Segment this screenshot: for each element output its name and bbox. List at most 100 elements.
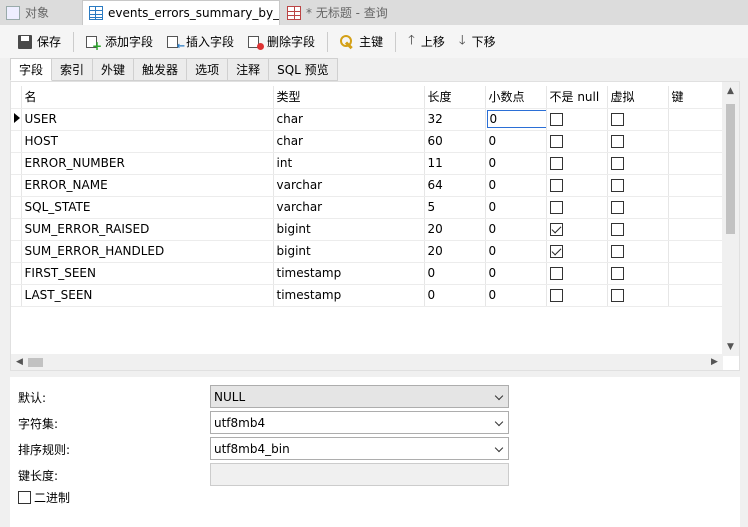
horizontal-scrollbar[interactable]: ◀ ▶ (11, 354, 723, 370)
column-header-not-null[interactable]: 不是 null (546, 86, 608, 109)
column-header-virtual[interactable]: 虚拟 (607, 86, 669, 109)
field-key-cell[interactable] (668, 196, 725, 219)
virtual-checkbox[interactable] (610, 179, 624, 192)
scroll-down-icon[interactable]: ▼ (722, 342, 739, 356)
move-down-button[interactable]: 🡓 下移 (455, 30, 500, 54)
virtual-checkbox[interactable] (610, 135, 624, 148)
field-decimals-cell[interactable]: 0 (485, 196, 547, 219)
table-row[interactable]: LAST_SEEN timestamp 0 0 (11, 284, 725, 307)
tab-foreign-keys[interactable]: 外键 (93, 58, 135, 81)
delete-field-button[interactable]: 删除字段 (244, 30, 319, 54)
virtual-checkbox[interactable] (610, 113, 624, 126)
scroll-right-icon[interactable]: ▶ (706, 354, 723, 370)
virtual-checkbox[interactable] (610, 157, 624, 170)
charset-select[interactable]: utf8mb4 (210, 411, 509, 434)
vertical-scrollbar[interactable]: ▲ ▼ (722, 82, 739, 356)
field-key-cell[interactable] (668, 174, 725, 197)
field-decimals-cell[interactable]: 0 (485, 284, 547, 307)
field-decimals-cell[interactable]: 0 (485, 262, 547, 285)
table-row[interactable]: SUM_ERROR_HANDLED bigint 20 0 (11, 240, 725, 263)
field-type-cell[interactable]: timestamp (273, 262, 425, 285)
field-length-cell[interactable]: 20 (424, 218, 486, 241)
column-header-name[interactable]: 名 (21, 86, 274, 109)
field-decimals-cell[interactable]: 0 (485, 240, 547, 263)
field-type-cell[interactable]: char (273, 130, 425, 153)
field-decimals-cell[interactable]: 0 (485, 218, 547, 241)
table-row[interactable]: ERROR_NUMBER int 11 0 (11, 152, 725, 175)
field-key-cell[interactable] (668, 152, 725, 175)
tab-sql-preview[interactable]: SQL 预览 (269, 58, 338, 81)
field-length-cell[interactable]: 5 (424, 196, 486, 219)
add-field-button[interactable]: 添加字段 (82, 30, 157, 54)
field-type-cell[interactable]: varchar (273, 196, 425, 219)
field-name-cell[interactable]: ERROR_NAME (21, 174, 274, 197)
field-type-cell[interactable]: char (273, 108, 425, 131)
scroll-up-icon[interactable]: ▲ (722, 86, 739, 100)
tab-fields[interactable]: 字段 (10, 58, 53, 81)
column-header-type[interactable]: 类型 (273, 86, 425, 109)
horizontal-scroll-thumb[interactable] (28, 358, 43, 367)
field-type-cell[interactable]: bigint (273, 218, 425, 241)
virtual-checkbox[interactable] (610, 289, 624, 302)
field-length-cell[interactable]: 32 (424, 108, 486, 131)
field-decimals-cell[interactable]: 0 (485, 174, 547, 197)
field-length-cell[interactable]: 0 (424, 262, 486, 285)
field-name-cell[interactable]: ERROR_NUMBER (21, 152, 274, 175)
tab-untitled-query[interactable]: * 无标题 - 查询 (281, 0, 481, 25)
field-name-cell[interactable]: LAST_SEEN (21, 284, 274, 307)
table-row[interactable]: SQL_STATE varchar 5 0 (11, 196, 725, 219)
tab-triggers[interactable]: 触发器 (134, 58, 188, 81)
field-decimals-cell[interactable]: 0 (485, 130, 547, 153)
not-null-checkbox[interactable] (549, 179, 563, 192)
not-null-checkbox[interactable] (549, 113, 563, 126)
binary-checkbox[interactable] (18, 491, 31, 504)
table-row[interactable]: HOST char 60 0 (11, 130, 725, 153)
field-decimals-cell[interactable]: 0 (485, 108, 547, 131)
not-null-checkbox[interactable] (549, 157, 563, 170)
field-name-cell[interactable]: HOST (21, 130, 274, 153)
field-key-cell[interactable] (668, 218, 725, 241)
table-row[interactable]: ERROR_NAME varchar 64 0 (11, 174, 725, 197)
field-key-cell[interactable] (668, 108, 725, 131)
field-type-cell[interactable]: varchar (273, 174, 425, 197)
column-header-length[interactable]: 长度 (424, 86, 486, 109)
field-type-cell[interactable]: bigint (273, 240, 425, 263)
tab-comments[interactable]: 注释 (228, 58, 270, 81)
field-key-cell[interactable] (668, 240, 725, 263)
not-null-checkbox[interactable] (549, 289, 563, 302)
column-header-decimals[interactable]: 小数点 (485, 86, 547, 109)
field-type-cell[interactable]: int (273, 152, 425, 175)
tab-objects[interactable]: 对象 (0, 0, 82, 25)
virtual-checkbox[interactable] (610, 267, 624, 280)
field-name-cell[interactable]: FIRST_SEEN (21, 262, 274, 285)
not-null-checkbox[interactable] (549, 223, 563, 236)
field-name-cell[interactable]: SUM_ERROR_RAISED (21, 218, 274, 241)
field-length-cell[interactable]: 0 (424, 284, 486, 307)
not-null-checkbox[interactable] (549, 267, 563, 280)
field-length-cell[interactable]: 20 (424, 240, 486, 263)
column-header-key[interactable]: 键 (668, 86, 725, 109)
tab-table-design[interactable]: events_errors_summary_by_... (82, 0, 280, 25)
not-null-checkbox[interactable] (549, 245, 563, 258)
field-key-cell[interactable] (668, 262, 725, 285)
field-name-cell[interactable]: SQL_STATE (21, 196, 274, 219)
primary-key-button[interactable]: 主键 (336, 30, 387, 54)
field-length-cell[interactable]: 11 (424, 152, 486, 175)
field-key-cell[interactable] (668, 284, 725, 307)
save-button[interactable]: 保存 (14, 30, 65, 54)
field-name-cell[interactable]: USER (21, 108, 274, 131)
field-key-cell[interactable] (668, 130, 725, 153)
default-combo[interactable]: NULL (210, 385, 509, 408)
insert-field-button[interactable]: 插入字段 (163, 30, 238, 54)
not-null-checkbox[interactable] (549, 201, 563, 214)
field-type-cell[interactable]: timestamp (273, 284, 425, 307)
table-row[interactable]: USER char 32 0 (11, 108, 725, 131)
field-name-cell[interactable]: SUM_ERROR_HANDLED (21, 240, 274, 263)
field-decimals-cell[interactable]: 0 (485, 152, 547, 175)
binary-option[interactable]: 二进制 (18, 489, 70, 506)
tab-options[interactable]: 选项 (187, 58, 229, 81)
move-up-button[interactable]: 🡑 上移 (404, 30, 449, 54)
table-row[interactable]: FIRST_SEEN timestamp 0 0 (11, 262, 725, 285)
table-row[interactable]: SUM_ERROR_RAISED bigint 20 0 (11, 218, 725, 241)
virtual-checkbox[interactable] (610, 223, 624, 236)
